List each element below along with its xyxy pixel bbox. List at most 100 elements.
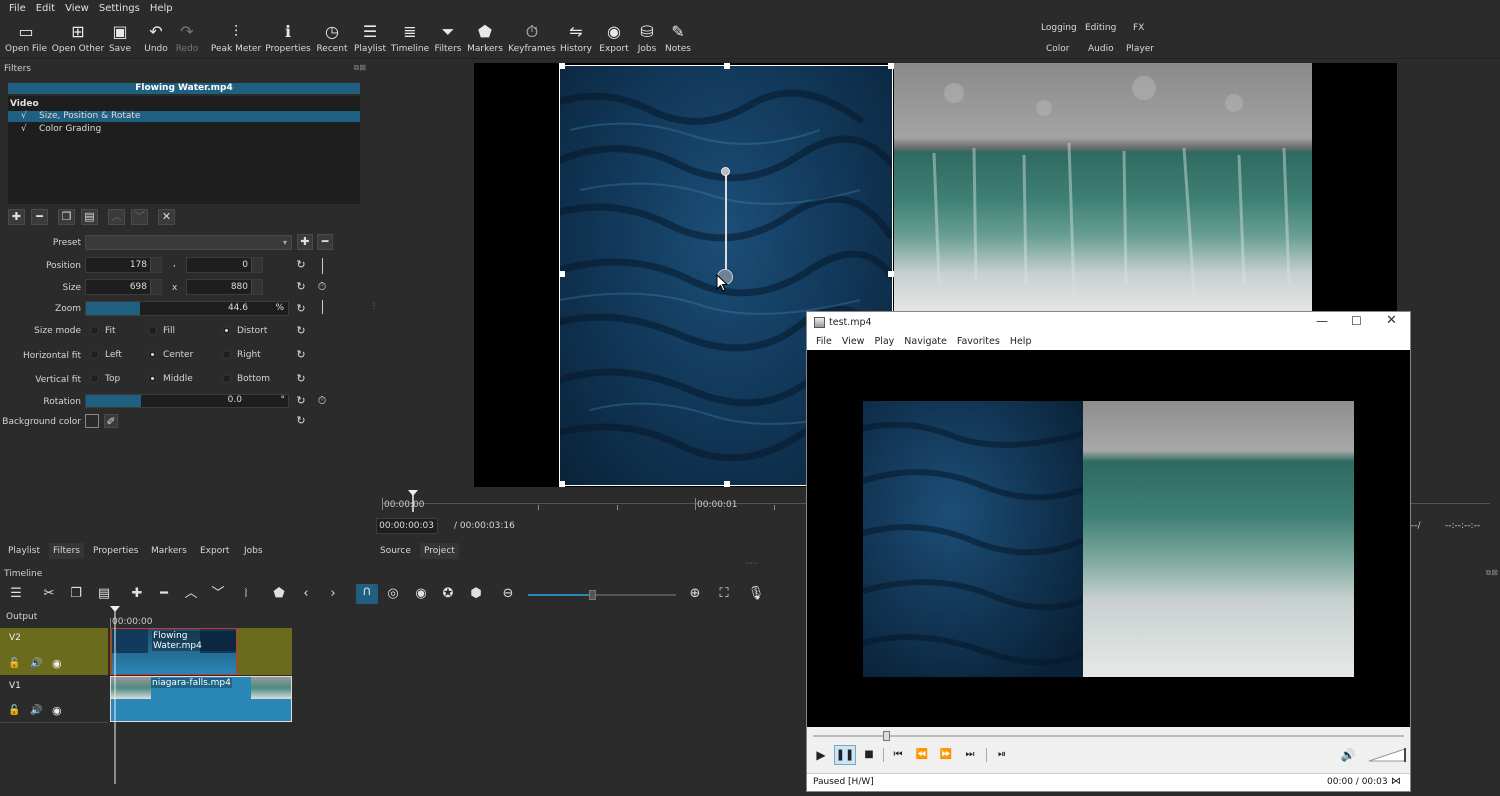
reset-icon[interactable]: ↻: [294, 324, 308, 338]
cut-icon[interactable]: ✂: [40, 586, 58, 602]
player-menu-help[interactable]: Help: [1005, 334, 1037, 350]
maximize-icon[interactable]: ☐: [1351, 314, 1362, 328]
tab-export[interactable]: Export: [196, 543, 233, 559]
workspace-editing[interactable]: Editing: [1085, 23, 1116, 33]
eyedropper-icon[interactable]: ✐: [104, 414, 118, 428]
previous-marker-icon[interactable]: ‹: [297, 586, 315, 602]
hfit-left-radio[interactable]: [90, 350, 99, 359]
playlist-button[interactable]: ☰ Playlist: [354, 17, 386, 59]
ripple-icon[interactable]: ◉: [412, 586, 430, 602]
vfit-bottom-radio[interactable]: [222, 374, 231, 383]
play-icon[interactable]: ▶: [812, 746, 830, 764]
paste-filter-button[interactable]: ▤: [81, 209, 98, 225]
size-mode-fill-radio[interactable]: [148, 326, 157, 335]
save-button[interactable]: ▣ Save: [108, 17, 132, 59]
resize-handle-bottom[interactable]: [724, 481, 730, 487]
snap-magnet-icon[interactable]: ∩: [356, 584, 378, 604]
resize-handle-bl[interactable]: [559, 481, 565, 487]
previous-icon[interactable]: ⏮: [889, 746, 907, 764]
size-height-input[interactable]: 880: [186, 279, 263, 295]
position-x-input[interactable]: 178: [85, 257, 162, 273]
notes-button[interactable]: ✎ Notes: [665, 17, 691, 59]
splitter-handle[interactable]: ⋮: [370, 302, 378, 310]
save-preset-button[interactable]: ✚: [297, 234, 313, 250]
remove-icon[interactable]: ━: [155, 586, 173, 602]
append-icon[interactable]: ✚: [128, 586, 146, 602]
player-menu-view[interactable]: View: [837, 334, 870, 350]
player-menu-play[interactable]: Play: [869, 334, 899, 350]
mute-icon[interactable]: 🔊: [30, 705, 42, 716]
open-file-button[interactable]: ▭ Open File: [5, 17, 47, 59]
resize-handle-tl[interactable]: [559, 63, 565, 69]
properties-button[interactable]: ℹ Properties: [265, 17, 310, 59]
paste-icon[interactable]: ▤: [95, 586, 113, 602]
minimize-icon[interactable]: —: [1316, 314, 1328, 328]
reset-icon[interactable]: ↻: [294, 258, 308, 272]
ripple-markers-icon[interactable]: ⬢: [467, 586, 485, 602]
fast-forward-icon[interactable]: ⏩: [937, 746, 955, 764]
stop-icon[interactable]: ■: [860, 746, 878, 764]
filters-button[interactable]: ⏷ Filters: [434, 17, 462, 59]
stopwatch-icon[interactable]: ⏱: [315, 394, 329, 408]
rotation-slider[interactable]: 0.0 °: [85, 394, 289, 408]
tab-markers[interactable]: Markers: [147, 543, 191, 559]
eye-icon[interactable]: ◉: [52, 657, 62, 670]
current-timecode-input[interactable]: 00:00:00:03: [376, 518, 438, 534]
seek-handle[interactable]: [883, 731, 890, 741]
preset-dropdown[interactable]: ▾: [85, 235, 292, 250]
menu-edit[interactable]: Edit: [31, 3, 60, 14]
history-button[interactable]: ⇋ History: [560, 17, 592, 59]
clip-niagara-falls[interactable]: niagara-falls.mp4: [110, 676, 292, 722]
zoom-slider[interactable]: 44.6 %: [85, 301, 289, 316]
lock-icon[interactable]: 🔓: [8, 658, 20, 669]
hfit-center-radio[interactable]: [148, 350, 157, 359]
marker-icon[interactable]: ⬟: [270, 586, 288, 602]
jobs-button[interactable]: ⛁ Jobs: [636, 17, 658, 59]
eye-icon[interactable]: ◉: [52, 704, 62, 717]
reset-icon[interactable]: ↻: [294, 372, 308, 386]
export-button[interactable]: ◉ Export: [598, 17, 630, 59]
vfit-top-radio[interactable]: [90, 374, 99, 383]
reset-icon[interactable]: ↻: [294, 280, 308, 294]
recent-button[interactable]: ◷ Recent: [316, 17, 348, 59]
tab-filters[interactable]: Filters: [49, 543, 84, 559]
volume-icon[interactable]: 🔊: [1339, 746, 1357, 764]
stats-icon[interactable]: ⋈: [1391, 776, 1401, 787]
menu-icon[interactable]: ☰: [7, 586, 25, 602]
workspace-fx[interactable]: FX: [1133, 23, 1144, 33]
player-video-area[interactable]: [807, 350, 1410, 727]
menu-file[interactable]: File: [4, 3, 31, 14]
peak-meter-button[interactable]: ⫶ Peak Meter: [211, 17, 261, 59]
filter-item-color-grading[interactable]: √ Color Grading: [8, 124, 360, 135]
position-y-input[interactable]: 0: [186, 257, 263, 273]
size-mode-fit-radio[interactable]: [90, 326, 99, 335]
background-color-swatch[interactable]: [85, 414, 99, 428]
clip-flowing-water[interactable]: Flowing Water.mp4: [111, 628, 237, 675]
tab-properties[interactable]: Properties: [89, 543, 142, 559]
overwrite-icon[interactable]: ﹀: [209, 586, 227, 602]
menu-settings[interactable]: Settings: [94, 3, 145, 14]
timeline-button[interactable]: ≣ Timeline: [391, 17, 429, 59]
tab-jobs[interactable]: Jobs: [240, 543, 267, 559]
undo-button[interactable]: ↶ Undo: [144, 17, 168, 59]
media-player-window[interactable]: test.mp4 — ☐ ✕ File View Play Navigate F…: [806, 311, 1411, 792]
move-up-button[interactable]: ︿: [108, 209, 125, 225]
zoom-in-icon[interactable]: ⊕: [686, 586, 704, 602]
record-audio-icon[interactable]: 🎙: [747, 586, 765, 602]
add-filter-button[interactable]: ✚: [8, 209, 25, 225]
scrub-eye-icon[interactable]: ◎: [384, 586, 402, 602]
track-header-v1[interactable]: V1 🔓 🔊 ◉: [0, 676, 108, 722]
move-down-button[interactable]: ﹀: [131, 209, 148, 225]
close-icon[interactable]: ✕: [1386, 313, 1397, 328]
dock-float-close-icon[interactable]: ⧉⊠: [354, 63, 366, 73]
workspace-audio[interactable]: Audio: [1088, 44, 1114, 54]
split-icon[interactable]: ⧘: [237, 586, 255, 602]
copy-filter-button[interactable]: ❐: [58, 209, 75, 225]
menu-view[interactable]: View: [60, 3, 94, 14]
timeline-ruler[interactable]: 00:00:00: [110, 606, 292, 628]
dock-float-close-icon[interactable]: ⧉⊠: [1486, 568, 1498, 578]
playhead-icon[interactable]: [408, 490, 419, 512]
copy-icon[interactable]: ❐: [67, 586, 85, 602]
filter-item-size-position-rotate[interactable]: √ Size, Position & Rotate: [8, 111, 360, 122]
redo-button[interactable]: ↷ Redo: [175, 17, 199, 59]
